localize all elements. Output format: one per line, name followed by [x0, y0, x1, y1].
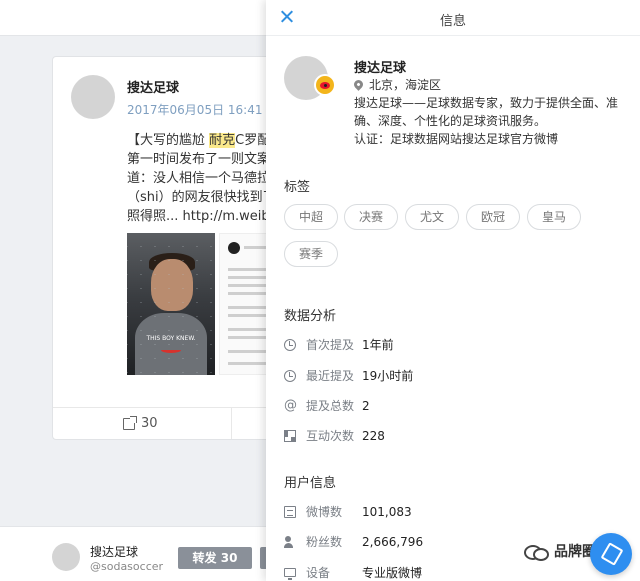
share-button[interactable]: 30: [123, 415, 158, 431]
tag-item[interactable]: 中超: [284, 204, 339, 230]
analysis-section-title: 数据分析: [284, 309, 337, 324]
location-pin-icon: [352, 78, 365, 91]
at-icon: @: [284, 397, 297, 413]
stat-last-mention: 最近提及 19小时前: [284, 367, 413, 384]
tag-item[interactable]: 决赛: [344, 204, 399, 230]
weibo-count-icon: [284, 505, 296, 518]
info-drawer: 信息 搜达足球 北京，海淀区 搜达足球——足球数据专家，致力于提供全面、准确、深…: [266, 0, 640, 581]
wechat-icon: [522, 541, 549, 561]
share-icon: [123, 415, 137, 430]
bottom-name[interactable]: 搜达足球: [90, 543, 138, 560]
stat-fans: 粉丝数 2,666,796: [284, 533, 423, 550]
floating-action-button[interactable]: [590, 533, 632, 575]
bottom-handle: @sodasoccer: [90, 560, 164, 573]
clock-icon: [284, 369, 296, 382]
bottom-avatar[interactable]: [52, 543, 80, 571]
interaction-icon: [284, 429, 296, 442]
device-icon: [284, 568, 296, 580]
tag-item[interactable]: 欧冠: [466, 204, 521, 230]
weibo-logo-icon: [314, 74, 336, 96]
profile-name[interactable]: 搜达足球: [354, 57, 406, 76]
stat-device: 设备 专业版微博: [284, 564, 422, 581]
profile-verification: 认证：足球数据网站搜达足球官方微博: [354, 132, 559, 146]
stat-mention-total: @ 提及总数 2: [284, 397, 370, 414]
post-author-name[interactable]: 搜达足球: [127, 77, 179, 96]
user-section-title: 用户信息: [284, 476, 337, 491]
post-time[interactable]: 2017年06月05日 16:41 来: [127, 101, 278, 118]
share-count: 30: [141, 416, 158, 431]
tag-item[interactable]: 皇马: [527, 204, 582, 230]
clock-icon: [284, 338, 296, 351]
fans-icon: [284, 535, 296, 548]
tags-section-title: 标签: [284, 180, 311, 195]
profile-location: 北京，海淀区: [352, 76, 441, 93]
nike-swoosh-icon: [161, 347, 181, 353]
highlight-keyword: 耐克: [209, 133, 236, 148]
profile-bio: 搜达足球——足球数据专家，致力于提供全面、准确、深度、个性化的足球资讯服务。: [354, 96, 619, 128]
drawer-title: 信息: [439, 14, 466, 29]
stat-weibo-count: 微博数 101,083: [284, 503, 412, 520]
drawer-header: 信息: [266, 0, 640, 36]
stat-interactions: 互动次数 228: [284, 427, 385, 444]
post-author-avatar[interactable]: [71, 75, 115, 119]
tag-item[interactable]: 赛季: [284, 241, 339, 267]
tag-item[interactable]: 尤文: [405, 204, 460, 230]
stat-first-mention: 首次提及 1年前: [284, 336, 394, 353]
post-image-boy[interactable]: THIS BOY KNEW.: [127, 233, 215, 375]
repost-button[interactable]: 转发 30: [178, 547, 252, 569]
